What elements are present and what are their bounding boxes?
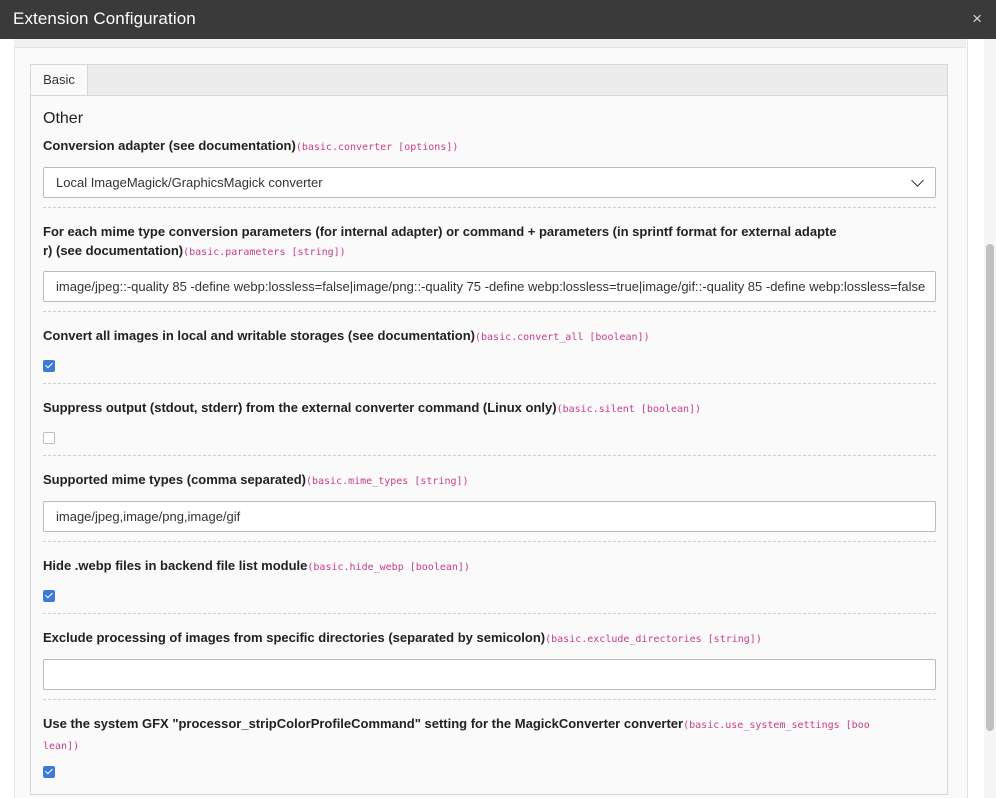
parameters-input[interactable]: image/jpeg::-quality 85 -define webp:los…: [43, 271, 936, 302]
divider: [43, 311, 936, 312]
mime-types-input[interactable]: image/jpeg,image/png,image/gif: [43, 501, 936, 532]
use-system-settings-checkbox[interactable]: [43, 766, 55, 778]
divider: [43, 383, 936, 384]
converter-select[interactable]: Local ImageMagick/GraphicsMagick convert…: [43, 167, 936, 198]
convert-all-label: Convert all images in local and writable…: [43, 326, 933, 347]
convert-all-checkbox[interactable]: [43, 360, 55, 372]
converter-label: Conversion adapter (see documentation)(b…: [43, 136, 933, 157]
divider: [43, 207, 936, 208]
close-icon[interactable]: ×: [972, 9, 982, 29]
parameters-label: For each mime type conversion parameters…: [43, 222, 933, 262]
divider: [43, 541, 936, 542]
hide-webp-code: (basic.hide_webp [boolean]): [307, 562, 470, 573]
use-system-settings-label-text: Use the system GFX "processor_stripColor…: [43, 716, 684, 731]
hide-webp-label-text: Hide .webp files in backend file list mo…: [43, 558, 308, 573]
hide-webp-checkbox[interactable]: [43, 590, 55, 602]
silent-checkbox[interactable]: [43, 432, 55, 444]
convert-all-code: (basic.convert_all [boolean]): [475, 332, 650, 343]
divider: [43, 699, 936, 700]
title-bar: Extension Configuration ×: [0, 0, 996, 39]
converter-code: (basic.converter [options]): [295, 142, 459, 153]
parameters-label-line1: For each mime type conversion parameters…: [43, 224, 837, 239]
parameters-code: (basic.parameters [string]): [183, 247, 346, 258]
converter-label-text: Conversion adapter (see documentation): [43, 138, 296, 153]
chevron-down-icon: [911, 174, 924, 187]
window-title: Extension Configuration: [13, 9, 196, 28]
use-system-settings-label: Use the system GFX "processor_stripColor…: [43, 714, 933, 756]
parameters-label-line2: r) (see documentation): [43, 243, 184, 258]
tab-panel-basic: [30, 95, 948, 795]
divider: [43, 455, 936, 456]
scrollbar-thumb[interactable]: [986, 244, 994, 731]
tab-basic[interactable]: Basic: [31, 65, 88, 97]
use-system-settings-code-line1: (basic.use_system_settings [boo: [683, 720, 870, 731]
tab-bar: Basic: [30, 64, 948, 97]
exclude-directories-label-text: Exclude processing of images from specif…: [43, 630, 546, 645]
divider: [43, 613, 936, 614]
mime-types-label-text: Supported mime types (comma separated): [43, 472, 306, 487]
exclude-directories-input[interactable]: [43, 659, 936, 690]
silent-code: (basic.silent [boolean]): [556, 404, 702, 415]
section-title: Other: [43, 110, 84, 127]
modal-content: Basic Other Conversion adapter (see docu…: [0, 39, 996, 798]
exclude-directories-code: (basic.exclude_directories [string]): [545, 634, 762, 645]
converter-selected-value: Local ImageMagick/GraphicsMagick convert…: [56, 175, 323, 190]
convert-all-label-text: Convert all images in local and writable…: [43, 328, 475, 343]
silent-label: Suppress output (stdout, stderr) from th…: [43, 398, 933, 419]
mime-types-code: (basic.mime_types [string]): [305, 476, 469, 487]
silent-label-text: Suppress output (stdout, stderr) from th…: [43, 400, 557, 415]
mime-types-label: Supported mime types (comma separated)(b…: [43, 470, 933, 491]
hide-webp-label: Hide .webp files in backend file list mo…: [43, 556, 933, 577]
exclude-directories-label: Exclude processing of images from specif…: [43, 628, 933, 649]
outer-panel-header: [14, 39, 966, 48]
use-system-settings-code-line2: lean]): [43, 741, 80, 752]
